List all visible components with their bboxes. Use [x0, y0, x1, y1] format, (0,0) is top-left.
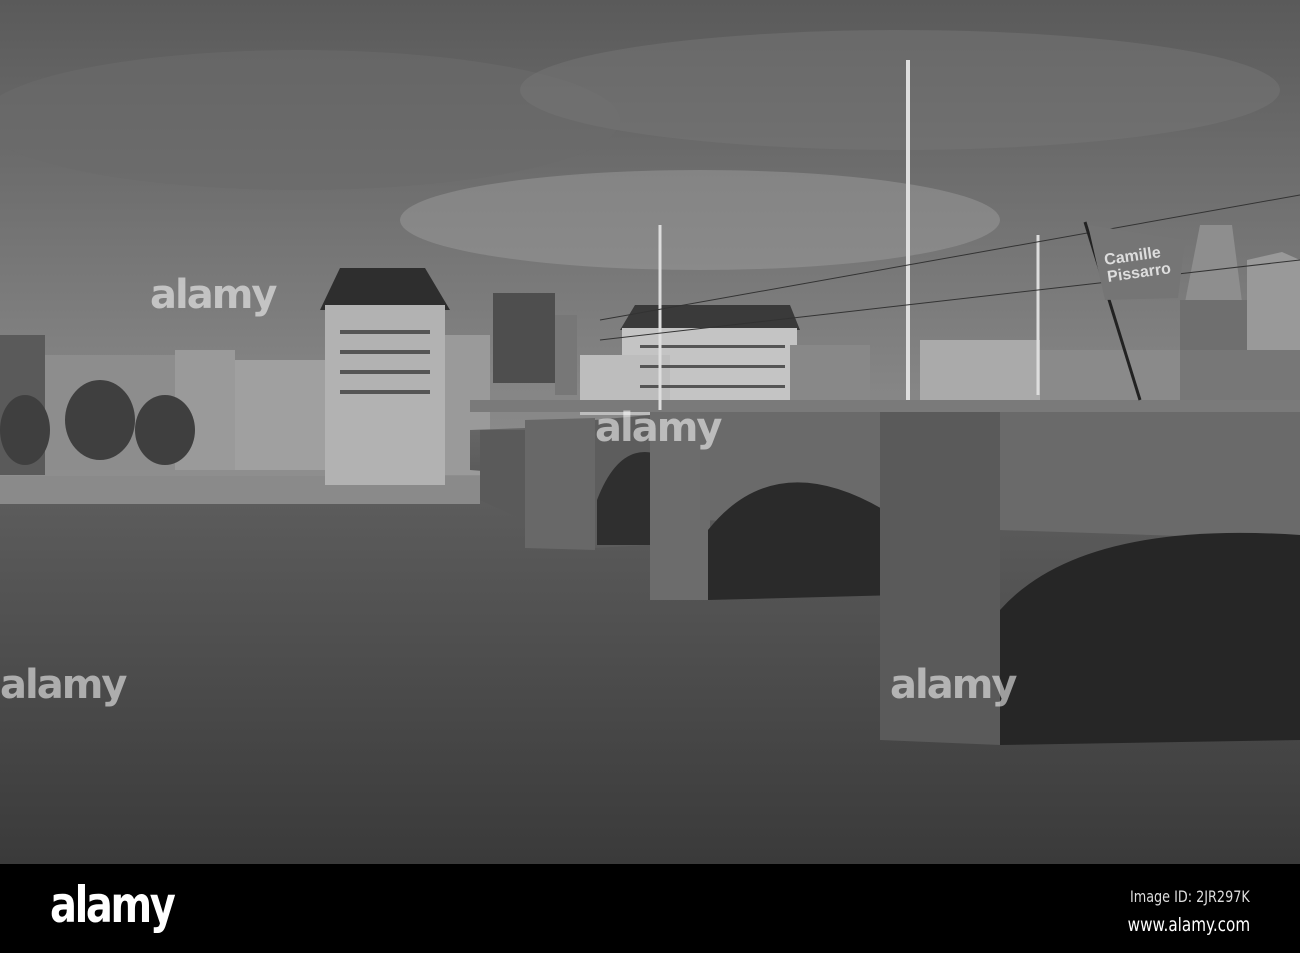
- image-id: Image ID: 2JR297K: [1130, 887, 1250, 906]
- watermark: alamy: [150, 272, 277, 318]
- cloud: [0, 50, 620, 190]
- alamy-logo: alamy: [50, 876, 176, 934]
- stock-photo-page: Camille Pissarro alamy alamy alamy alamy…: [0, 0, 1300, 953]
- website-link: www.alamy.com: [1127, 914, 1250, 936]
- watermark: alamy: [0, 662, 127, 708]
- watermark: alamy: [890, 662, 1017, 708]
- footer-bar: alamy Image ID: 2JR297K www.alamy.com: [0, 864, 1300, 953]
- cloud: [520, 30, 1280, 150]
- watermark: alamy: [595, 405, 722, 451]
